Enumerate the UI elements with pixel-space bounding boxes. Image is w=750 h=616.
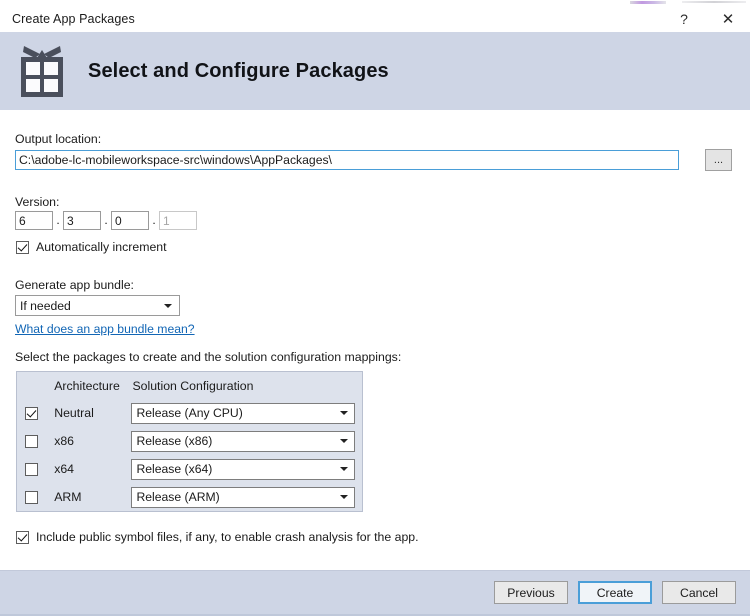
chevron-down-icon [340,467,348,471]
auto-increment-checkbox[interactable] [16,241,29,254]
output-location-label: Output location: [15,132,101,146]
output-location-input[interactable] [15,150,679,170]
version-row: . . . [15,211,197,230]
version-separator-2: . [101,211,111,230]
include-symbols-label: Include public symbol files, if any, to … [36,530,419,544]
version-minor-input[interactable] [63,211,101,230]
table-row: Neutral Release (Any CPU) [17,399,363,427]
include-symbols-checkbox[interactable] [16,531,29,544]
configuration-value-neutral: Release (Any CPU) [132,406,340,420]
footer-button-group: Previous Create Cancel [494,581,736,604]
version-label: Version: [15,195,59,209]
row-checkbox-cell[interactable] [17,483,47,512]
chevron-down-icon [340,495,348,499]
row-checkbox-cell[interactable] [17,455,47,483]
configuration-select-neutral[interactable]: Release (Any CPU) [131,403,355,424]
header-checkbox-column [17,372,47,400]
version-build-input[interactable] [111,211,149,230]
title-bar: Create App Packages ? ✕ [0,5,750,32]
version-major-input[interactable] [15,211,53,230]
chevron-down-icon [164,304,172,308]
configuration-select-x86[interactable]: Release (x86) [131,431,355,452]
package-architecture-x64: x64 [46,455,126,483]
row-checkbox-cell[interactable] [17,399,47,427]
table-row: x86 Release (x86) [17,427,363,455]
question-mark-icon: ? [680,11,688,27]
row-configuration-cell: Release (ARM) [126,483,362,512]
output-location-row: ... [15,150,735,172]
browse-button[interactable]: ... [705,149,732,171]
app-bundle-help-link[interactable]: What does an app bundle mean? [15,322,195,336]
table-row: x64 Release (x64) [17,455,363,483]
package-checkbox-neutral[interactable] [25,407,38,420]
create-button[interactable]: Create [578,581,652,604]
app-bundle-label: Generate app bundle: [15,278,134,292]
version-revision-input [159,211,197,230]
cancel-button[interactable]: Cancel [662,581,736,604]
include-symbols-row[interactable]: Include public symbol files, if any, to … [16,530,419,544]
dialog-footer: Previous Create Cancel [0,570,750,616]
row-configuration-cell: Release (x86) [126,427,362,455]
configuration-select-x64[interactable]: Release (x64) [131,459,355,480]
app-bundle-select[interactable]: If needed [15,295,180,316]
packages-instruction-label: Select the packages to create and the so… [15,350,401,364]
row-configuration-cell: Release (x64) [126,455,362,483]
configuration-select-arm[interactable]: Release (ARM) [131,487,355,508]
chevron-down-icon [340,411,348,415]
row-configuration-cell: Release (Any CPU) [126,399,362,427]
app-bundle-selected-value: If needed [16,299,164,313]
close-button[interactable]: ✕ [706,5,750,32]
package-architecture-neutral: Neutral [46,399,126,427]
packages-table-header: Architecture Solution Configuration [17,372,363,400]
header-solution-configuration: Solution Configuration [126,372,362,400]
window-title: Create App Packages [12,12,135,26]
package-architecture-arm: ARM [46,483,126,512]
package-checkbox-x64[interactable] [25,463,38,476]
packages-table: Architecture Solution Configuration Neut… [16,371,363,512]
package-checkbox-arm[interactable] [25,491,38,504]
close-icon: ✕ [722,10,735,28]
version-separator-3: . [149,211,159,230]
help-button[interactable]: ? [662,5,706,32]
chevron-down-icon [340,439,348,443]
dialog-header: Select and Configure Packages [0,32,750,110]
auto-increment-label: Automatically increment [36,240,167,254]
configuration-value-arm: Release (ARM) [132,490,340,504]
configuration-value-x64: Release (x64) [132,462,340,476]
auto-increment-row[interactable]: Automatically increment [16,240,167,254]
header-architecture: Architecture [46,372,126,400]
page-title: Select and Configure Packages [88,60,389,83]
gift-box-icon [18,45,66,97]
package-checkbox-x86[interactable] [25,435,38,448]
configuration-value-x86: Release (x86) [132,434,340,448]
dialog-body: Output location: ... Version: . . . Auto… [0,110,750,570]
row-checkbox-cell[interactable] [17,427,47,455]
table-row: ARM Release (ARM) [17,483,363,512]
package-architecture-x86: x86 [46,427,126,455]
previous-button[interactable]: Previous [494,581,568,604]
version-separator-1: . [53,211,63,230]
